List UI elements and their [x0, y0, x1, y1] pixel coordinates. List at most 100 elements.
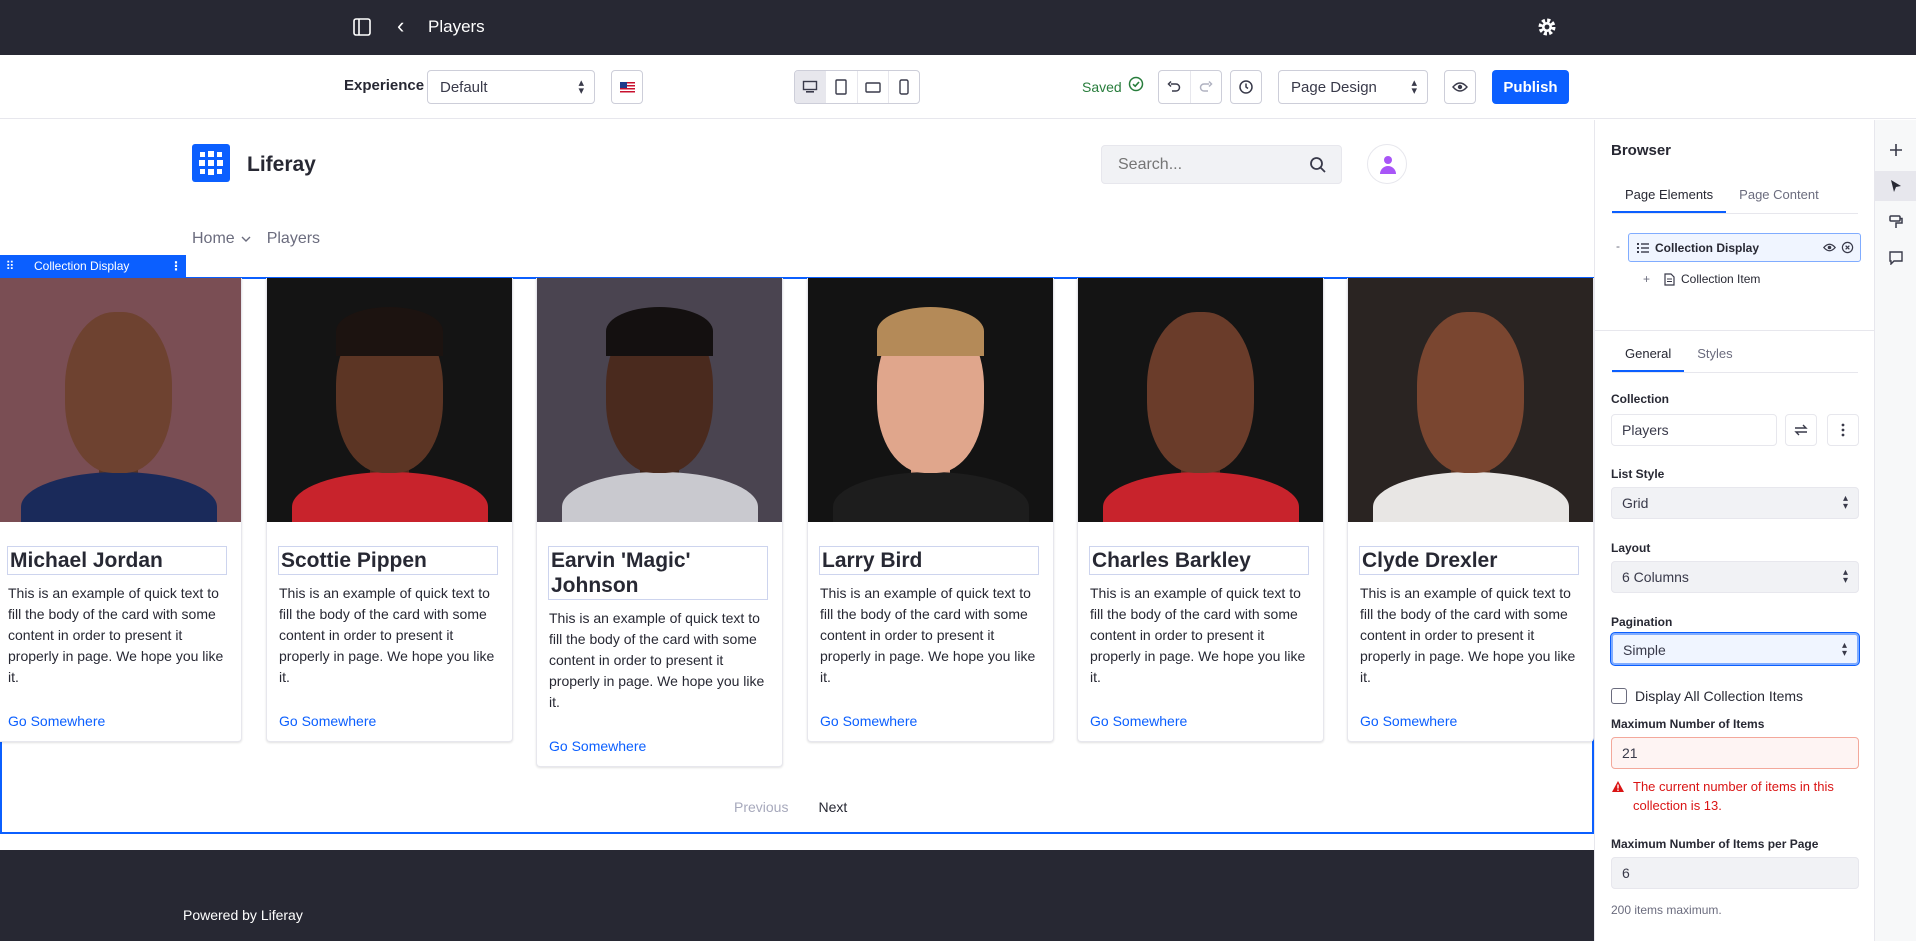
card-link[interactable]: Go Somewhere: [8, 713, 241, 729]
list-style-select[interactable]: Grid ▴ ▾: [1611, 487, 1859, 519]
page-canvas: Liferay Home Players ⠿ Collection Displa…: [0, 120, 1594, 941]
help-text: 200 items maximum.: [1611, 903, 1722, 917]
player-photo: [537, 278, 782, 522]
max-items-label: Maximum Number of Items: [1611, 717, 1765, 731]
nav-item-players[interactable]: Players: [267, 230, 320, 248]
player-photo: [267, 278, 512, 522]
card-text: This is an example of quick text to fill…: [8, 585, 224, 685]
back-icon[interactable]: ‹: [397, 15, 404, 37]
card-link[interactable]: Go Somewhere: [1360, 713, 1593, 729]
mode-select[interactable]: Page Design ▴ ▾: [1278, 70, 1428, 104]
list-icon: [1637, 242, 1649, 253]
layout-select[interactable]: 6 Columns ▴ ▾: [1611, 561, 1859, 593]
paint-icon[interactable]: [1875, 207, 1916, 237]
eye-icon[interactable]: [1444, 70, 1476, 104]
check-circle-icon: [1128, 76, 1144, 92]
tab-page-elements[interactable]: Page Elements: [1612, 187, 1727, 213]
drag-icon[interactable]: ⠿: [0, 259, 20, 273]
tree-item-collection-display[interactable]: Collection Display: [1628, 233, 1861, 262]
max-per-page-input[interactable]: 6: [1611, 857, 1859, 889]
display-all-checkbox[interactable]: [1611, 688, 1627, 704]
site-name[interactable]: Liferay: [247, 153, 316, 177]
tree-item-label: Collection Display: [1655, 240, 1760, 255]
collapse-icon[interactable]: -: [1616, 239, 1620, 253]
player-photo: [1348, 278, 1593, 522]
max-per-page-value: 6: [1622, 865, 1630, 881]
pagination-select[interactable]: Simple ▴ ▾: [1611, 633, 1859, 665]
player-card[interactable]: Charles Barkley This is an example of qu…: [1077, 278, 1324, 742]
collection-field[interactable]: Players: [1611, 414, 1777, 446]
card-link[interactable]: Go Somewhere: [549, 738, 782, 754]
change-collection-icon[interactable]: [1785, 414, 1817, 446]
undo-redo-group: [1158, 70, 1222, 104]
search-input[interactable]: [1102, 146, 1302, 183]
pagination-value: Simple: [1623, 642, 1666, 658]
user-icon[interactable]: [1367, 144, 1407, 184]
next-button[interactable]: Next: [818, 799, 847, 815]
select-caret-icon: ▴ ▾: [578, 77, 584, 97]
redo-icon[interactable]: [1191, 71, 1222, 103]
editor-toolbar: Experience Default ▴ ▾ Saved Page Design …: [0, 55, 1916, 119]
player-card[interactable]: Scottie Pippen This is an example of qui…: [266, 278, 513, 742]
comment-icon[interactable]: [1875, 243, 1916, 273]
expand-icon[interactable]: +: [1643, 272, 1650, 286]
collection-label: Collection: [1611, 392, 1670, 406]
chevron-down-icon: [241, 236, 251, 242]
card-title: Clyde Drexler: [1359, 546, 1579, 575]
landscape-icon[interactable]: [858, 71, 889, 103]
player-card[interactable]: Michael Jordan This is an example of qui…: [0, 278, 242, 742]
remove-icon[interactable]: [1841, 241, 1854, 254]
nav-item-label: Home: [192, 230, 235, 247]
warning-icon: [1612, 781, 1624, 792]
tree-item-collection-item[interactable]: + Collection Item: [1643, 272, 1760, 286]
undo-icon[interactable]: [1159, 71, 1191, 103]
tab-general[interactable]: General: [1612, 346, 1685, 372]
display-all-checkbox-row[interactable]: Display All Collection Items: [1611, 688, 1803, 704]
publish-button[interactable]: Publish: [1492, 70, 1569, 104]
warning-text: The current number of items in this coll…: [1633, 779, 1834, 813]
desktop-icon[interactable]: [795, 71, 827, 103]
player-card[interactable]: Larry Bird This is an example of quick t…: [807, 278, 1054, 742]
plus-icon[interactable]: [1875, 135, 1916, 165]
site-navigation: Home Players: [192, 230, 320, 248]
page-title: Players: [428, 17, 485, 36]
tab-styles[interactable]: Styles: [1684, 346, 1745, 372]
pointer-icon[interactable]: [1875, 171, 1916, 201]
sidebar-toggle-icon[interactable]: [352, 17, 374, 37]
card-title: Larry Bird: [819, 546, 1039, 575]
max-items-value: 21: [1622, 745, 1638, 761]
side-rail: [1874, 120, 1916, 941]
list-style-label: List Style: [1611, 467, 1665, 481]
player-card[interactable]: Earvin 'Magic' Johnson This is an exampl…: [536, 278, 783, 767]
history-icon[interactable]: [1230, 70, 1262, 104]
phone-icon[interactable]: [889, 71, 919, 103]
max-items-warning: The current number of items in this coll…: [1611, 777, 1861, 815]
card-text: This is an example of quick text to fill…: [820, 585, 1036, 685]
kebab-icon[interactable]: [1827, 414, 1859, 446]
player-card[interactable]: Clyde Drexler This is an example of quic…: [1347, 278, 1594, 742]
card-link[interactable]: Go Somewhere: [1090, 713, 1323, 729]
experience-label: Experience: [344, 77, 425, 94]
eye-icon[interactable]: [1823, 241, 1836, 254]
select-caret-icon: ▴ ▾: [1842, 567, 1848, 586]
layout-label: Layout: [1611, 541, 1651, 555]
search-icon[interactable]: [1309, 156, 1327, 179]
experience-select[interactable]: Default ▴ ▾: [427, 70, 595, 104]
language-button[interactable]: [611, 70, 643, 104]
tab-page-content[interactable]: Page Content: [1726, 187, 1832, 213]
site-logo[interactable]: [192, 144, 230, 182]
card-link[interactable]: Go Somewhere: [279, 713, 512, 729]
footer-text: Powered by Liferay: [183, 907, 303, 923]
gear-icon[interactable]: [1536, 16, 1558, 38]
fragment-label[interactable]: ⠿ Collection Display ⋮: [0, 255, 186, 277]
kebab-icon[interactable]: ⋮: [166, 259, 186, 273]
nav-item-home[interactable]: Home: [192, 230, 251, 248]
previous-button[interactable]: Previous: [734, 799, 788, 815]
card-link[interactable]: Go Somewhere: [820, 713, 1053, 729]
max-items-input[interactable]: 21: [1611, 737, 1859, 769]
tablet-icon[interactable]: [826, 71, 858, 103]
player-photo: [0, 278, 241, 522]
card-text: This is an example of quick text to fill…: [1360, 585, 1576, 685]
list-style-value: Grid: [1622, 495, 1649, 511]
card-text: This is an example of quick text to fill…: [279, 585, 495, 685]
